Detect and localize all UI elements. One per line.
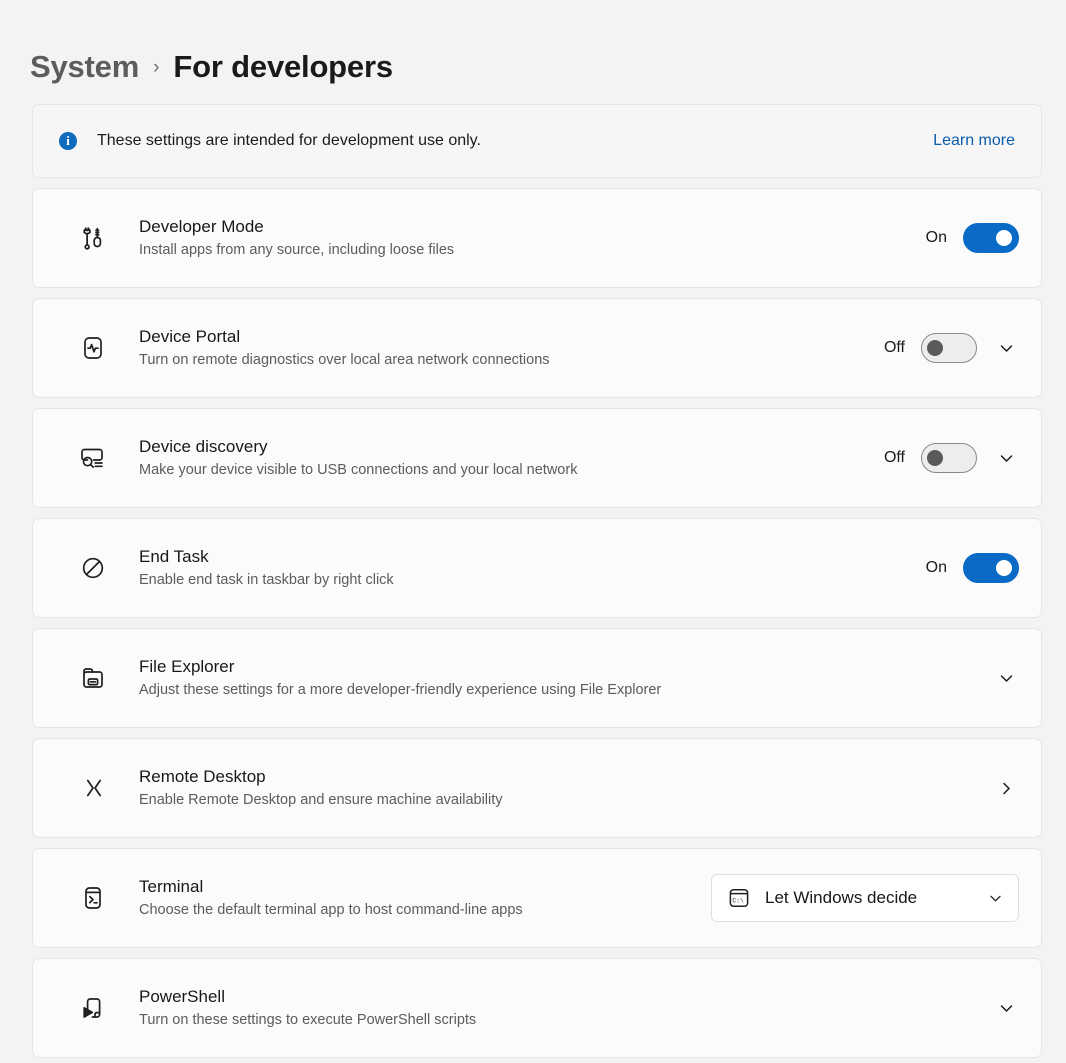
learn-more-link[interactable]: Learn more bbox=[933, 132, 1015, 150]
toggle-end-task[interactable] bbox=[963, 553, 1019, 583]
prohibited-icon bbox=[73, 548, 113, 588]
toggle-knob bbox=[996, 560, 1012, 576]
setting-row-powershell[interactable]: PowerShell Turn on these settings to exe… bbox=[32, 958, 1042, 1058]
svg-text:C:\: C:\ bbox=[732, 897, 744, 904]
console-icon: C:\ bbox=[726, 885, 752, 911]
setting-text-file-explorer: File Explorer Adjust these settings for … bbox=[139, 656, 993, 699]
setting-subtitle: Turn on these settings to execute PowerS… bbox=[139, 1011, 993, 1030]
setting-subtitle: Adjust these settings for a more develop… bbox=[139, 681, 993, 700]
info-icon: i bbox=[59, 132, 77, 150]
chevron-down-icon[interactable] bbox=[993, 665, 1019, 691]
setting-controls bbox=[993, 775, 1019, 801]
setting-title: Device Portal bbox=[139, 326, 879, 347]
setting-controls: Off bbox=[879, 443, 1019, 473]
setting-controls: Off bbox=[879, 333, 1019, 363]
info-banner: i These settings are intended for develo… bbox=[32, 104, 1042, 178]
pulse-monitor-icon bbox=[73, 328, 113, 368]
setting-text-device-portal: Device Portal Turn on remote diagnostics… bbox=[139, 326, 879, 369]
powershell-icon bbox=[73, 988, 113, 1028]
setting-text-developer-mode: Developer Mode Install apps from any sou… bbox=[139, 216, 921, 259]
setting-title: Device discovery bbox=[139, 436, 879, 457]
terminal-icon bbox=[73, 878, 113, 918]
setting-subtitle: Install apps from any source, including … bbox=[139, 241, 921, 260]
setting-row-device-discovery[interactable]: Device discovery Make your device visibl… bbox=[32, 408, 1042, 508]
setting-row-terminal[interactable]: Terminal Choose the default terminal app… bbox=[32, 848, 1042, 948]
toggle-state-label: Off bbox=[879, 449, 905, 467]
toggle-state-label: On bbox=[921, 559, 947, 577]
toggle-knob bbox=[927, 450, 943, 466]
toggle-knob bbox=[927, 340, 943, 356]
breadcrumb-parent-system[interactable]: System bbox=[30, 51, 139, 82]
toggle-knob bbox=[996, 230, 1012, 246]
setting-title: File Explorer bbox=[139, 656, 993, 677]
setting-subtitle: Choose the default terminal app to host … bbox=[139, 901, 711, 920]
info-banner-text: These settings are intended for developm… bbox=[97, 132, 933, 150]
setting-subtitle: Turn on remote diagnostics over local ar… bbox=[139, 351, 879, 370]
page-title: For developers bbox=[173, 51, 392, 82]
setting-text-powershell: PowerShell Turn on these settings to exe… bbox=[139, 986, 993, 1029]
toggle-device-discovery[interactable] bbox=[921, 443, 977, 473]
setting-subtitle: Enable end task in taskbar by right clic… bbox=[139, 571, 921, 590]
setting-text-remote-desktop: Remote Desktop Enable Remote Desktop and… bbox=[139, 766, 993, 809]
setting-title: PowerShell bbox=[139, 986, 993, 1007]
chevron-down-icon[interactable] bbox=[986, 889, 1004, 907]
setting-controls: C:\ Let Windows decide bbox=[711, 874, 1019, 922]
setting-row-end-task[interactable]: End Task Enable end task in taskbar by r… bbox=[32, 518, 1042, 618]
setting-controls bbox=[993, 995, 1019, 1021]
device-search-icon bbox=[73, 438, 113, 478]
setting-row-remote-desktop[interactable]: Remote Desktop Enable Remote Desktop and… bbox=[32, 738, 1042, 838]
settings-list: i These settings are intended for develo… bbox=[0, 104, 1066, 1058]
setting-row-developer-mode[interactable]: Developer Mode Install apps from any sou… bbox=[32, 188, 1042, 288]
chevron-down-icon[interactable] bbox=[993, 995, 1019, 1021]
toggle-device-portal[interactable] bbox=[921, 333, 977, 363]
toggle-developer-mode[interactable] bbox=[963, 223, 1019, 253]
setting-controls bbox=[993, 665, 1019, 691]
setting-text-end-task: End Task Enable end task in taskbar by r… bbox=[139, 546, 921, 589]
setting-subtitle: Make your device visible to USB connecti… bbox=[139, 461, 879, 480]
setting-text-terminal: Terminal Choose the default terminal app… bbox=[139, 876, 711, 919]
chevron-down-icon[interactable] bbox=[993, 445, 1019, 471]
setting-row-file-explorer[interactable]: File Explorer Adjust these settings for … bbox=[32, 628, 1042, 728]
setting-title: Remote Desktop bbox=[139, 766, 993, 787]
terminal-default-app-dropdown[interactable]: C:\ Let Windows decide bbox=[711, 874, 1019, 922]
folder-icon bbox=[73, 658, 113, 698]
toggle-state-label: On bbox=[921, 229, 947, 247]
setting-controls: On bbox=[921, 223, 1019, 253]
remote-connect-icon bbox=[73, 768, 113, 808]
tools-icon bbox=[73, 218, 113, 258]
setting-title: Terminal bbox=[139, 876, 711, 897]
setting-title: End Task bbox=[139, 546, 921, 567]
chevron-right-icon: › bbox=[153, 55, 159, 77]
setting-controls: On bbox=[921, 553, 1019, 583]
setting-title: Developer Mode bbox=[139, 216, 921, 237]
setting-subtitle: Enable Remote Desktop and ensure machine… bbox=[139, 791, 993, 810]
breadcrumb: System › For developers bbox=[0, 0, 1066, 104]
setting-text-device-discovery: Device discovery Make your device visibl… bbox=[139, 436, 879, 479]
chevron-down-icon[interactable] bbox=[993, 335, 1019, 361]
toggle-state-label: Off bbox=[879, 339, 905, 357]
dropdown-selected-value: Let Windows decide bbox=[765, 888, 973, 908]
chevron-right-icon[interactable] bbox=[993, 775, 1019, 801]
setting-row-device-portal[interactable]: Device Portal Turn on remote diagnostics… bbox=[32, 298, 1042, 398]
